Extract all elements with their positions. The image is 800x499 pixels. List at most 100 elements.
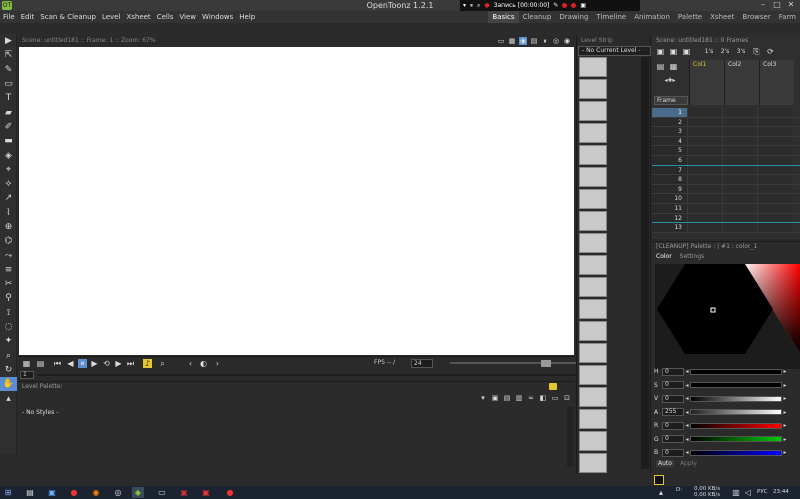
control-point-editor-tool-icon[interactable]: ↗ [0, 191, 17, 205]
xsheet-cell[interactable] [757, 146, 792, 155]
pause-button[interactable]: ⏸ [78, 359, 87, 368]
slider-right-arrow-icon[interactable]: ▸ [782, 409, 788, 416]
level-strip-frame[interactable] [579, 321, 607, 341]
level-strip-scrollbar[interactable] [641, 57, 649, 469]
column-header-2[interactable]: Col2 [724, 60, 759, 105]
palette-menu-icon[interactable]: ▾ [479, 394, 487, 402]
hook-tool-icon[interactable]: ◌ [0, 320, 17, 334]
room-tab-browser[interactable]: Browser [738, 11, 774, 23]
xsheet-row[interactable]: 11 [652, 203, 800, 214]
prev-level-icon[interactable]: ‹ [186, 359, 195, 368]
xsheet-row[interactable]: 5 [652, 146, 800, 156]
camera-column-icon[interactable]: ▤ [656, 62, 665, 71]
menu-scan-cleanup[interactable]: Scan & Cleanup [37, 11, 99, 23]
channel-slider[interactable] [690, 409, 782, 416]
iron-tool-icon[interactable]: ≡ [0, 263, 17, 277]
network-icon[interactable]: ▥ [730, 487, 742, 498]
channel-value-field[interactable]: 0 [662, 435, 684, 444]
xsheet-cell[interactable] [687, 127, 722, 136]
pause-icon[interactable]: ⏸ [470, 2, 473, 10]
reframe-icon[interactable]: ⟳ [766, 47, 775, 56]
xsheet-row[interactable]: 13 [652, 223, 800, 233]
menu-view[interactable]: View [176, 11, 199, 23]
prev-frame-icon[interactable]: ◀ [66, 359, 75, 368]
brush-tool-icon[interactable]: ✎ [0, 63, 17, 77]
xsheet-cell[interactable] [722, 136, 757, 146]
xsheet-cell[interactable] [757, 175, 792, 184]
camera-icon[interactable]: ▣ [580, 2, 586, 9]
xsheet-cell[interactable] [757, 194, 792, 203]
table-view-icon[interactable]: ▤ [530, 37, 538, 45]
new-raster-icon[interactable]: ▣ [682, 47, 691, 56]
xsheet-row[interactable]: 6 [652, 155, 800, 166]
step-2-button[interactable]: 2's [718, 47, 732, 56]
menu-file[interactable]: File [0, 11, 18, 23]
taskbar-recorder-icon[interactable]: ▣ [200, 487, 212, 498]
fill-tool-icon[interactable]: ▰ [0, 105, 17, 119]
eraser-tool-icon[interactable]: ▬ [0, 134, 17, 148]
apply-button[interactable]: Apply [680, 460, 697, 467]
xsheet-row[interactable]: 2 [652, 117, 800, 128]
level-strip-frame[interactable] [579, 189, 607, 209]
tracker-tool-icon[interactable]: ⟟ [0, 306, 17, 320]
camera-view-icon[interactable]: ◉ [519, 37, 527, 45]
level-strip-frame[interactable] [579, 57, 607, 77]
xsheet-cell[interactable] [722, 108, 757, 117]
level-strip-frame[interactable] [579, 299, 607, 319]
xsheet-cell[interactable] [687, 165, 722, 175]
grid-bg-icon[interactable]: ▤ [36, 359, 45, 368]
fps-field[interactable]: 24 [411, 359, 433, 368]
xsheet-cell[interactable] [687, 175, 722, 184]
channel-slider[interactable] [690, 382, 782, 389]
xsheet-cell[interactable] [722, 117, 757, 127]
slider-right-arrow-icon[interactable]: ▸ [782, 422, 788, 429]
new-vector-level-icon[interactable]: ▣ [656, 47, 665, 56]
xsheet-row[interactable]: 4 [652, 136, 800, 147]
taskbar-media-icon[interactable]: ● [68, 487, 80, 498]
palette-new-style-icon[interactable]: ◧ [539, 394, 547, 402]
current-style-swatch[interactable] [654, 475, 664, 485]
zoom-tool-icon[interactable]: ⌕ [0, 349, 17, 363]
xsheet-cell[interactable] [757, 213, 792, 223]
palette-scrollbar[interactable] [567, 407, 573, 467]
volume-icon[interactable]: ◁ [742, 487, 754, 498]
search-icon[interactable]: ⌕ [477, 2, 480, 10]
level-strip-frame[interactable] [579, 365, 607, 385]
camera-stand-icon[interactable]: ▭ [497, 37, 505, 45]
play-button[interactable]: ▶ [90, 359, 99, 368]
xsheet-cell[interactable] [687, 194, 722, 203]
channel-slider[interactable] [690, 395, 782, 402]
xsheet-row[interactable]: 10 [652, 194, 800, 204]
bender-tool-icon[interactable]: ⤳ [0, 248, 17, 262]
color-wheel[interactable] [655, 264, 800, 369]
xsheet-cell[interactable] [757, 136, 792, 146]
level-strip-frame[interactable] [579, 255, 607, 275]
pen-icon[interactable]: ✎ [553, 2, 558, 9]
slider-right-arrow-icon[interactable]: ▸ [782, 436, 788, 443]
channel-slider[interactable] [690, 449, 782, 456]
xsheet-cell[interactable] [687, 155, 722, 165]
current-level-select[interactable]: - No Current Level - [578, 46, 651, 56]
xsheet-cell[interactable] [757, 223, 792, 232]
paint-brush-tool-icon[interactable]: ✐ [0, 120, 17, 134]
selection-tool-icon[interactable]: ⇱ [0, 48, 17, 62]
level-strip-frame[interactable] [579, 211, 607, 231]
xsheet-cell[interactable] [687, 203, 722, 213]
taskbar-opentoonz-icon[interactable]: ◆ [132, 487, 144, 498]
palette-saveas-icon[interactable]: ▤ [503, 394, 511, 402]
channel-value-field[interactable]: 0 [662, 381, 684, 390]
level-strip-frame[interactable] [579, 233, 607, 253]
room-tab-drawing[interactable]: Drawing [555, 11, 592, 23]
xsheet-cell[interactable] [722, 127, 757, 136]
xsheet-cell[interactable] [722, 146, 757, 155]
xsheet-cell[interactable] [687, 223, 722, 232]
3d-view-icon[interactable]: ▦ [508, 37, 516, 45]
xsheet-cell[interactable] [687, 213, 722, 223]
xsheet-cell[interactable] [687, 117, 722, 127]
xsheet-cell[interactable] [687, 146, 722, 155]
tape-tool-icon[interactable]: ◈ [0, 148, 17, 162]
style-picker-tool-icon[interactable]: ⌖ [0, 163, 17, 177]
drawing-canvas[interactable] [19, 47, 574, 355]
tab-color[interactable]: Color [656, 253, 672, 260]
xsheet-cell[interactable] [757, 155, 792, 165]
